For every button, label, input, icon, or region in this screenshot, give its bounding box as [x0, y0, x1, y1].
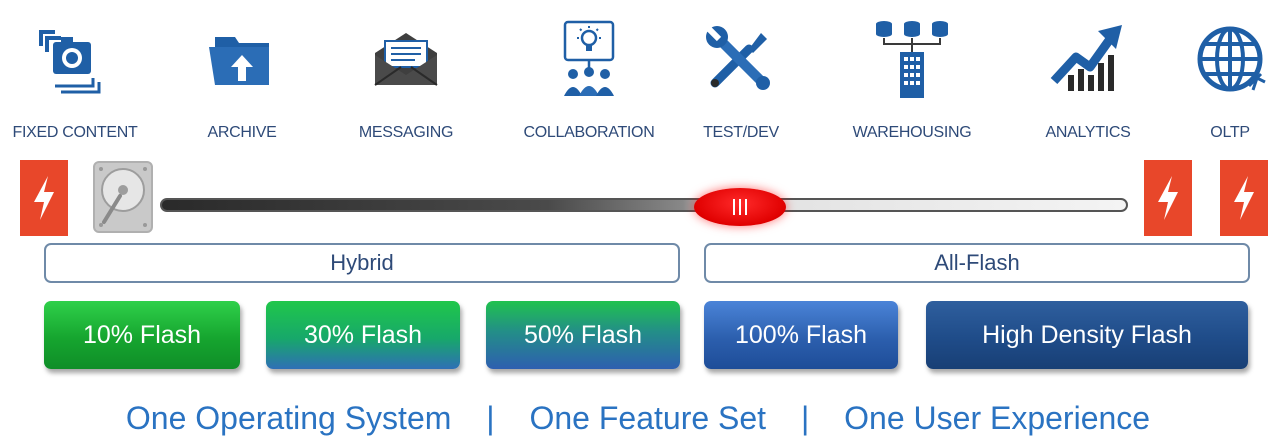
slider-track[interactable] [160, 198, 1128, 212]
tagline-part-3: One User Experience [844, 400, 1151, 436]
workload-label: FIXED CONTENT [12, 124, 138, 141]
grip-icon [733, 199, 747, 215]
idea-team-icon [549, 18, 629, 100]
workload-fixed-content: FIXED CONTENT [0, 18, 155, 142]
envelope-icon [366, 18, 446, 100]
flash-100-button[interactable]: 100% Flash [704, 301, 898, 369]
wrench-screwdriver-icon [701, 18, 781, 100]
flash-icon [14, 160, 74, 236]
flash-50-button[interactable]: 50% Flash [486, 301, 680, 369]
database-building-icon [872, 18, 952, 100]
tagline-part-1: One Operating System [125, 400, 452, 436]
slider-thumb[interactable] [694, 188, 786, 226]
workload-test-dev: TEST/DEV [661, 18, 821, 142]
workload-collaboration: COLLABORATION [509, 18, 669, 142]
workload-label: ANALYTICS [1045, 124, 1131, 141]
workload-label: TEST/DEV [703, 124, 779, 141]
tagline-separator: | [800, 400, 810, 436]
tagline-separator: | [486, 400, 495, 436]
workload-label: ARCHIVE [207, 124, 277, 141]
workload-label: MESSAGING [358, 124, 454, 141]
flash-30-button[interactable]: 30% Flash [266, 301, 460, 369]
tagline-part-2: One Feature Set [529, 400, 767, 436]
globe-icon [1190, 18, 1270, 100]
hard-disk-icon [92, 160, 156, 234]
hybrid-category: Hybrid [44, 243, 680, 283]
all-flash-category: All-Flash [704, 243, 1250, 283]
workload-archive: ARCHIVE [162, 18, 322, 142]
workload-warehousing: WAREHOUSING [832, 18, 992, 142]
workload-messaging: MESSAGING [326, 18, 486, 142]
photo-stack-icon [35, 18, 115, 100]
high-density-flash-button[interactable]: High Density Flash [926, 301, 1248, 369]
workload-label: OLTP [1210, 124, 1250, 141]
flash-icon [1138, 160, 1198, 236]
workload-analytics: ANALYTICS [1008, 18, 1168, 142]
trend-chart-icon [1048, 18, 1128, 100]
flash-icon [1214, 160, 1274, 236]
workload-label: COLLABORATION [523, 124, 655, 141]
archive-folder-icon [202, 18, 282, 100]
workload-oltp: OLTP [1150, 18, 1276, 142]
tagline: One Operating System | One Feature Set |… [0, 400, 1276, 437]
workload-label: WAREHOUSING [852, 124, 972, 141]
flash-10-button[interactable]: 10% Flash [44, 301, 240, 369]
